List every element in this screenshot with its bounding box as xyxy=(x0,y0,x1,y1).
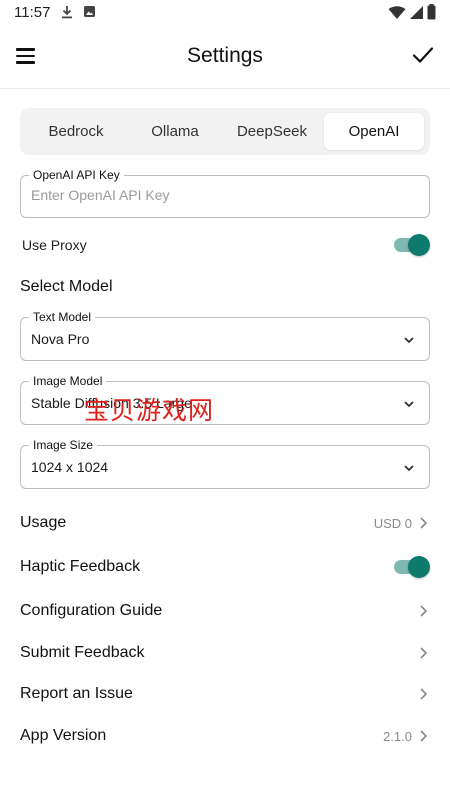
chevron-down-icon xyxy=(404,337,414,344)
signal-icon xyxy=(410,6,423,19)
tab-bedrock[interactable]: Bedrock xyxy=(24,113,128,150)
text-model-label: Text Model xyxy=(29,310,96,324)
chevron-right-icon xyxy=(420,517,428,529)
app-version-row[interactable]: App Version 2.1.0 xyxy=(0,718,450,754)
app-version-label: App Version xyxy=(20,727,107,744)
battery-icon xyxy=(427,4,436,20)
report-issue-row[interactable]: Report an Issue xyxy=(0,676,450,712)
api-key-label: OpenAI API Key xyxy=(29,168,124,182)
tab-ollama[interactable]: Ollama xyxy=(128,113,222,150)
submit-feedback-row[interactable]: Submit Feedback xyxy=(0,635,450,671)
usage-value: USD 0 xyxy=(373,516,412,531)
tab-openai[interactable]: OpenAI xyxy=(324,113,424,150)
chevron-down-icon xyxy=(404,401,414,408)
chevron-right-icon xyxy=(420,730,428,742)
use-proxy-toggle[interactable] xyxy=(394,234,430,256)
configuration-guide-row[interactable]: Configuration Guide xyxy=(0,593,450,629)
configuration-guide-label: Configuration Guide xyxy=(20,602,163,619)
text-model-dropdown[interactable]: Text Model Nova Pro xyxy=(20,310,430,361)
image-model-dropdown[interactable]: Image Model Stable Diffusion 3.5 Large xyxy=(20,374,430,425)
chevron-right-icon xyxy=(420,688,428,700)
wifi-icon xyxy=(388,6,406,19)
haptic-feedback-label: Haptic Feedback xyxy=(20,558,141,575)
haptic-feedback-toggle[interactable] xyxy=(394,556,430,578)
page-title: Settings xyxy=(187,44,263,67)
appbar-divider xyxy=(0,88,450,89)
image-size-dropdown[interactable]: Image Size 1024 x 1024 xyxy=(20,438,430,489)
watermark-text: 宝贝游戏网 xyxy=(84,396,215,425)
provider-tabs: Bedrock Ollama DeepSeek OpenAI xyxy=(20,108,430,155)
photo-icon xyxy=(84,6,95,17)
image-size-label: Image Size xyxy=(29,438,98,452)
download-icon xyxy=(62,6,72,19)
status-bar: 11:57 xyxy=(0,0,450,26)
api-key-field[interactable]: OpenAI API Key xyxy=(20,168,430,218)
app-version-value: 2.1.0 xyxy=(383,729,412,744)
report-issue-label: Report an Issue xyxy=(20,685,133,702)
select-model-heading: Select Model xyxy=(20,278,113,295)
chevron-right-icon xyxy=(420,647,428,659)
usage-label: Usage xyxy=(20,514,67,531)
chevron-down-icon xyxy=(404,465,414,472)
app-bar: Settings xyxy=(0,26,450,88)
submit-feedback-label: Submit Feedback xyxy=(20,644,145,661)
check-icon[interactable] xyxy=(410,42,436,68)
image-model-label: Image Model xyxy=(29,374,107,388)
text-model-value: Nova Pro xyxy=(31,331,90,347)
api-key-input[interactable] xyxy=(31,187,411,203)
tab-deepseek[interactable]: DeepSeek xyxy=(222,113,322,150)
chevron-right-icon xyxy=(420,605,428,617)
usage-row[interactable]: Usage USD 0 xyxy=(0,505,450,541)
image-size-value: 1024 x 1024 xyxy=(31,459,109,475)
use-proxy-label: Use Proxy xyxy=(22,237,87,253)
status-time: 11:57 xyxy=(14,4,51,21)
